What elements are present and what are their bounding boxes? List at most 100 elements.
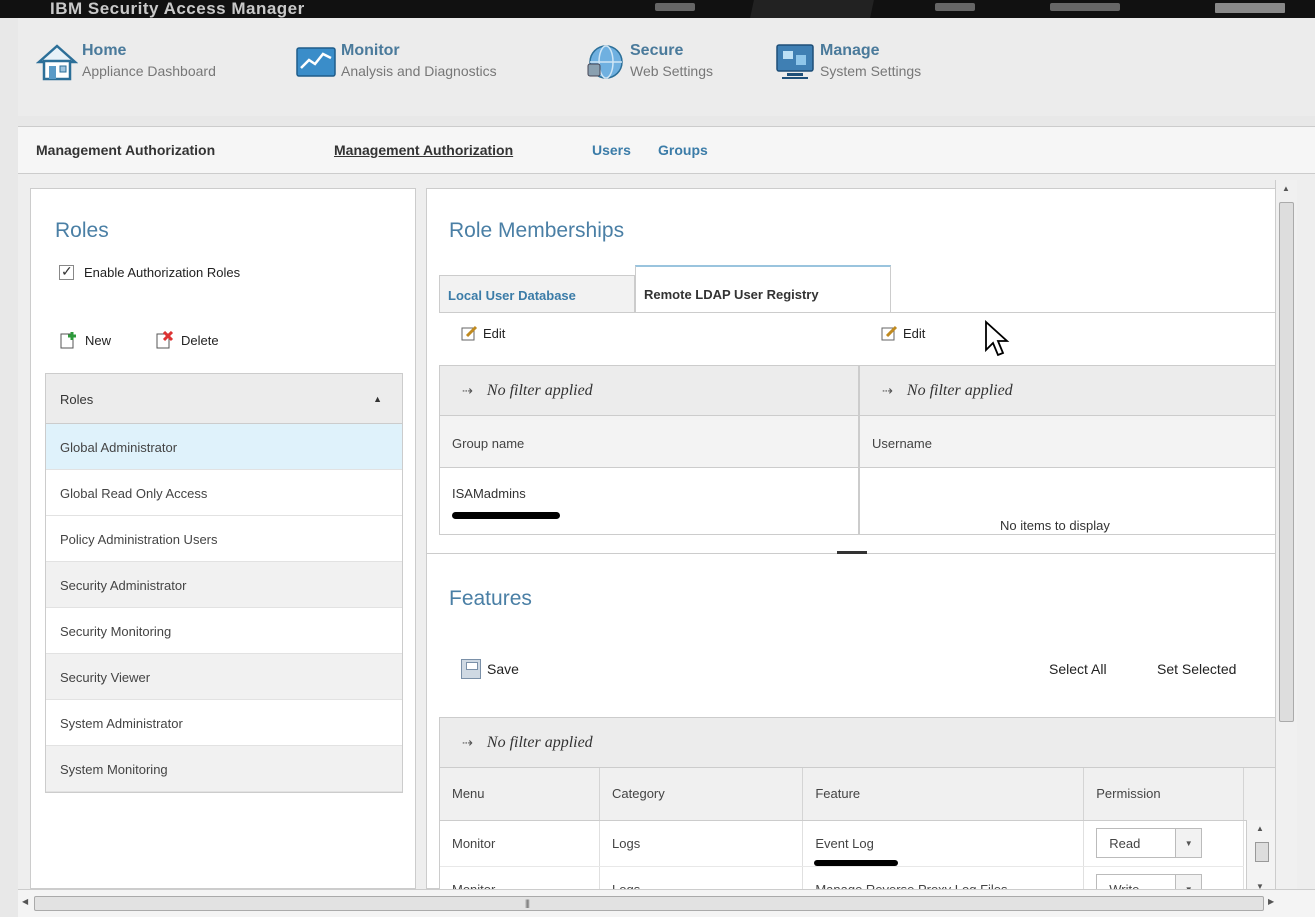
menu-blur xyxy=(935,3,975,11)
features-title: Features xyxy=(449,587,532,610)
features-grid: ⇢ No filter applied Menu Category Featur… xyxy=(439,717,1277,892)
edit-icon xyxy=(881,325,899,341)
list-item[interactable]: Security Viewer xyxy=(46,654,402,700)
set-selected-button[interactable]: Set Selected xyxy=(1157,661,1236,677)
features-filter-bar[interactable]: ⇢ No filter applied xyxy=(440,718,1276,768)
nav-manage-sub: System Settings xyxy=(820,63,922,79)
groups-grid: ⇢ No filter applied Group name ISAMadmin… xyxy=(439,365,859,535)
manage-icon xyxy=(774,42,816,82)
subnav-management-authorization[interactable]: Management Authorization xyxy=(334,142,513,158)
scroll-up-icon[interactable]: ▲ xyxy=(1282,184,1290,193)
title-bar: IBM Security Access Manager xyxy=(0,0,1315,18)
tab-remote-ldap-user-registry[interactable]: Remote LDAP User Registry xyxy=(635,265,891,313)
menu-blur xyxy=(655,3,695,11)
mouse-cursor-icon xyxy=(984,319,1010,360)
scroll-up-icon[interactable]: ▲ xyxy=(1256,824,1264,833)
monitor-icon xyxy=(295,42,337,82)
username-header[interactable]: Username xyxy=(860,416,1276,468)
nav-monitor-sub: Analysis and Diagnostics xyxy=(341,63,497,79)
filter-icon: ⇢ xyxy=(462,734,473,750)
ibm-logo xyxy=(1215,3,1285,13)
list-item[interactable]: Security Monitoring xyxy=(46,608,402,654)
content-area: Roles Enable Authorization Roles New Del… xyxy=(18,174,1315,892)
filter-icon: ⇢ xyxy=(882,382,893,398)
features-filter-text: No filter applied xyxy=(486,733,593,751)
dropdown-arrow-icon[interactable]: ▼ xyxy=(1175,829,1202,857)
scroll-right-icon[interactable]: ▶ xyxy=(1268,897,1274,906)
permission-cell: Read ▼ xyxy=(1083,820,1245,867)
scroll-left-icon[interactable]: ◀ xyxy=(22,897,28,906)
empty-message: No items to display xyxy=(1000,518,1110,533)
menu-blur xyxy=(1050,3,1120,11)
role-detail-panel: Role Memberships Local User Database Rem… xyxy=(426,188,1278,892)
menu-cell: Monitor xyxy=(440,820,600,867)
select-all-button[interactable]: Select All xyxy=(1049,661,1107,677)
category-cell: Logs xyxy=(599,820,804,867)
edit-users-button[interactable]: Edit xyxy=(881,325,925,341)
nav-home[interactable]: Home Appliance Dashboard xyxy=(35,42,216,82)
new-role-button[interactable]: New xyxy=(59,331,111,349)
roles-title: Roles xyxy=(55,219,109,242)
permission-header[interactable]: Permission xyxy=(1083,768,1245,821)
features-table: Menu Category Feature Permission Monitor… xyxy=(440,768,1276,891)
main-nav: Home Appliance Dashboard Monitor Analysi… xyxy=(18,18,1315,116)
delete-icon xyxy=(155,330,175,349)
save-label: Save xyxy=(487,661,519,677)
save-icon xyxy=(461,659,481,679)
horizontal-scrollbar[interactable]: ◀ ||| ▶ xyxy=(18,889,1315,917)
edit-groups-label: Edit xyxy=(483,325,506,341)
sort-up-icon: ▲ xyxy=(373,394,382,404)
nav-manage-label: Manage xyxy=(820,42,880,59)
edit-icon xyxy=(461,325,479,341)
list-item[interactable]: Policy Administration Users xyxy=(46,516,402,562)
permission-select[interactable]: Read ▼ xyxy=(1096,828,1203,858)
scroll-thumb[interactable] xyxy=(1279,202,1294,722)
list-item[interactable]: Security Administrator xyxy=(46,562,402,608)
nav-monitor[interactable]: Monitor Analysis and Diagnostics xyxy=(295,42,497,82)
groups-filter-bar[interactable]: ⇢ No filter applied xyxy=(440,366,858,416)
feature-header[interactable]: Feature xyxy=(802,768,1085,821)
redaction-mark xyxy=(814,860,898,866)
edit-groups-button[interactable]: Edit xyxy=(461,325,505,341)
groups-filter-text: No filter applied xyxy=(486,381,593,399)
delete-role-label: Delete xyxy=(181,332,219,348)
list-item[interactable]: System Monitoring xyxy=(46,746,402,792)
subnav-users[interactable]: Users xyxy=(592,142,631,158)
enable-roles-checkbox[interactable]: Enable Authorization Roles xyxy=(59,263,241,280)
roles-list-header[interactable]: Roles ▲ xyxy=(46,374,402,424)
category-header[interactable]: Category xyxy=(599,768,804,821)
list-item[interactable]: System Administrator xyxy=(46,700,402,746)
scroll-grip: ||| xyxy=(525,898,530,908)
app-title: IBM Security Access Manager xyxy=(50,0,305,18)
home-icon xyxy=(35,42,79,82)
nav-manage[interactable]: Manage System Settings xyxy=(774,42,921,82)
roles-panel: Roles Enable Authorization Roles New Del… xyxy=(30,188,416,889)
nav-home-sub: Appliance Dashboard xyxy=(82,63,216,79)
checkbox-checked[interactable] xyxy=(59,263,74,280)
vertical-scrollbar[interactable]: ▲ xyxy=(1275,180,1297,890)
subnav-groups[interactable]: Groups xyxy=(658,142,708,158)
header-spacer xyxy=(1243,768,1276,821)
filter-icon: ⇢ xyxy=(462,382,473,398)
nav-secure[interactable]: Secure Web Settings xyxy=(584,42,713,82)
scroll-thumb[interactable]: ||| xyxy=(34,896,1264,911)
scroll-thumb[interactable] xyxy=(1255,842,1269,862)
users-grid: ⇢ No filter applied Username No items to… xyxy=(859,365,1277,535)
panel-splitter[interactable] xyxy=(427,551,1277,557)
tab-local-user-database[interactable]: Local User Database xyxy=(439,275,635,312)
menu-header[interactable]: Menu xyxy=(440,768,600,821)
users-filter-bar[interactable]: ⇢ No filter applied xyxy=(860,366,1276,416)
list-item[interactable]: Global Administrator xyxy=(46,424,402,470)
table-row[interactable]: ISAMadmins xyxy=(440,468,858,501)
save-button[interactable]: Save xyxy=(461,659,519,679)
roles-list: Roles ▲ Global Administrator Global Read… xyxy=(45,373,403,793)
features-scrollbar[interactable]: ▲ ▼ xyxy=(1246,820,1276,891)
enable-roles-label: Enable Authorization Roles xyxy=(84,265,241,280)
role-memberships-title: Role Memberships xyxy=(449,219,625,242)
edit-users-label: Edit xyxy=(903,325,926,341)
section-title: Management Authorization xyxy=(36,142,216,158)
list-item[interactable]: Global Read Only Access xyxy=(46,470,402,516)
delete-role-button[interactable]: Delete xyxy=(155,330,219,349)
nav-home-label: Home xyxy=(82,42,127,59)
group-name-header[interactable]: Group name xyxy=(440,416,858,468)
